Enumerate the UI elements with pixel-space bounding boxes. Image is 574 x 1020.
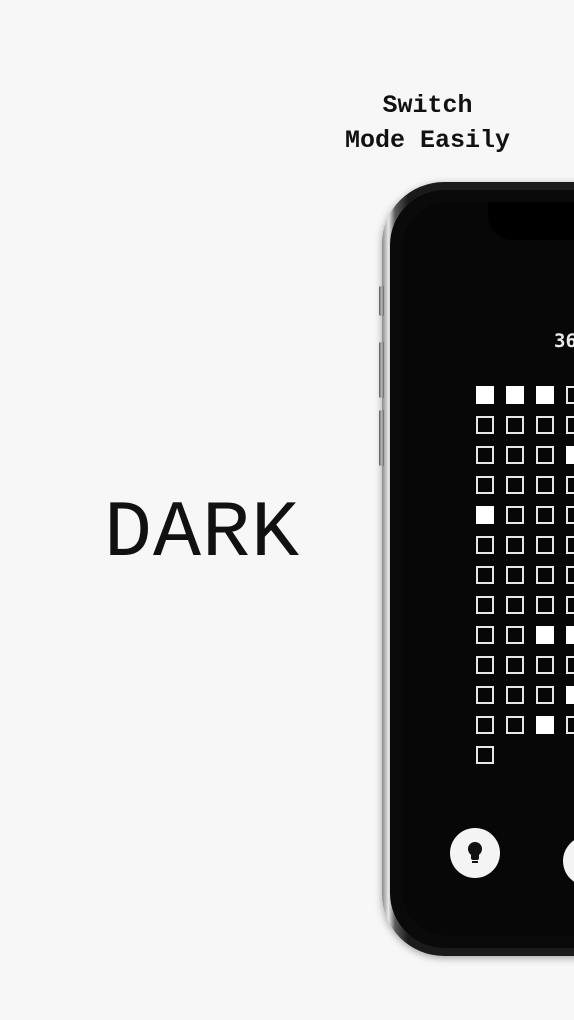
grid-cell-empty <box>506 686 524 704</box>
grid-cell-filled <box>566 686 574 704</box>
grid-cell-empty <box>476 596 494 614</box>
grid-cell-filled <box>506 386 524 404</box>
grid-cell-empty <box>476 446 494 464</box>
grid-cell-filled <box>566 626 574 644</box>
headline-line-1: Switch <box>382 91 473 120</box>
grid-cell-empty <box>476 626 494 644</box>
headline-line-2: Mode Easily <box>344 126 511 155</box>
grid-cell-empty <box>506 416 524 434</box>
grid-cell-empty <box>476 476 494 494</box>
grid-cell-empty <box>506 446 524 464</box>
grid-cell-filled <box>536 626 554 644</box>
grid-cell-empty <box>536 566 554 584</box>
grid-cell-filled <box>566 446 574 464</box>
grid-cell-empty <box>536 416 554 434</box>
grid-cell-filled <box>536 716 554 734</box>
grid-cell-empty <box>476 686 494 704</box>
grid-cell-empty <box>566 536 574 554</box>
grid-cell-empty <box>536 506 554 524</box>
grid-cell-empty <box>536 446 554 464</box>
phone-screen: 36/ <box>402 202 574 936</box>
grid-cell-empty <box>506 626 524 644</box>
grid-cell-empty <box>566 656 574 674</box>
grid-cell-empty <box>566 476 574 494</box>
headline: Switch Mode Easily <box>300 88 555 158</box>
grid-cell-empty <box>506 476 524 494</box>
phone-mockup: 36/ <box>379 182 574 956</box>
mode-label: DARK <box>104 489 301 580</box>
grid-cell-empty <box>506 506 524 524</box>
grid-cell-empty <box>476 536 494 554</box>
grid-cell-empty <box>506 716 524 734</box>
grid-cell-empty <box>476 716 494 734</box>
phone-volume-down <box>379 410 384 466</box>
grid-cell-empty <box>536 686 554 704</box>
grid-cell-empty <box>566 596 574 614</box>
hint-button[interactable] <box>450 828 500 878</box>
grid-cell-empty <box>566 506 574 524</box>
promo-page: Switch Mode Easily DARK 36/ <box>0 0 574 1020</box>
grid-cell-empty <box>566 386 574 404</box>
grid-cell-empty <box>536 596 554 614</box>
grid-cell-empty <box>506 566 524 584</box>
grid-cell-empty <box>476 656 494 674</box>
grid-cell-empty <box>536 476 554 494</box>
phone-volume-up <box>379 342 384 398</box>
grid-cell-filled <box>476 386 494 404</box>
grid-cell-filled <box>476 506 494 524</box>
grid-cell-empty <box>476 746 494 764</box>
progress-grid <box>476 386 574 764</box>
grid-cell-empty <box>506 596 524 614</box>
grid-cell-empty <box>566 416 574 434</box>
grid-cell-empty <box>506 656 524 674</box>
phone-bezel: 36/ <box>390 190 574 948</box>
phone-silent-switch <box>379 286 384 316</box>
secondary-button[interactable] <box>563 836 574 886</box>
grid-cell-empty <box>566 566 574 584</box>
progress-counter: 36/ <box>554 330 574 352</box>
grid-cell-empty <box>476 416 494 434</box>
grid-cell-empty <box>566 716 574 734</box>
grid-cell-empty <box>536 656 554 674</box>
grid-cell-empty <box>476 566 494 584</box>
grid-cell-empty <box>506 536 524 554</box>
grid-cell-empty <box>536 536 554 554</box>
grid-cell-filled <box>536 386 554 404</box>
phone-notch <box>488 202 574 240</box>
